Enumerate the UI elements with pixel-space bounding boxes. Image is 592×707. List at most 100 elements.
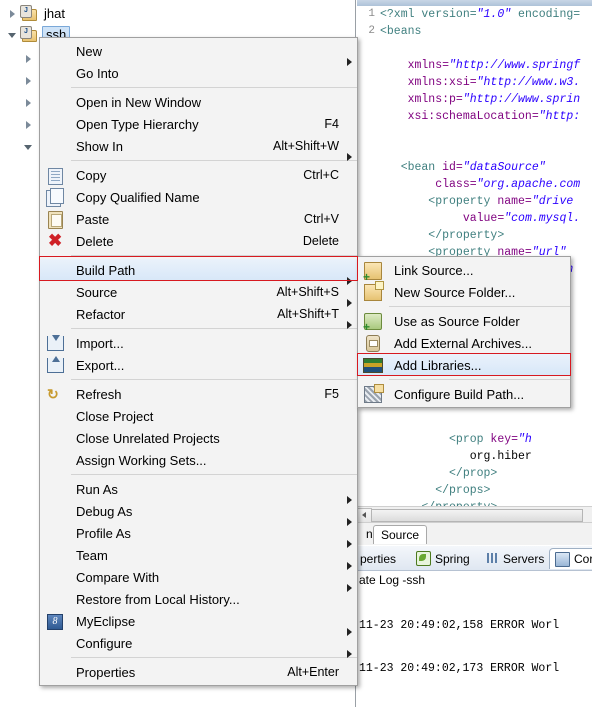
spring-icon bbox=[416, 551, 431, 566]
chevron-down-icon[interactable] bbox=[6, 28, 19, 41]
menu-item-label: Show In bbox=[76, 138, 123, 154]
scroll-left-button[interactable] bbox=[357, 508, 372, 523]
console-line: 11-23 20:49:02,173 ERROR Worl bbox=[359, 662, 560, 675]
scrollbar-thumb[interactable] bbox=[371, 509, 583, 522]
menu-item-icon-slot bbox=[40, 41, 70, 61]
menu-item-assign-working-sets[interactable]: Assign Working Sets... bbox=[40, 449, 357, 471]
chevron-right-icon[interactable] bbox=[22, 96, 35, 109]
new-source-folder-icon-glyph bbox=[364, 281, 384, 301]
menu-item-label: Build Path bbox=[76, 262, 136, 278]
menu-item-show-in[interactable]: Show In Alt+Shift+W bbox=[40, 135, 357, 161]
menu-item-icon-slot bbox=[40, 282, 70, 302]
menu-item-label: Link Source... bbox=[394, 262, 474, 278]
code-token: <?xml version= bbox=[380, 8, 477, 21]
menu-item-label: Configure Build Path... bbox=[394, 386, 525, 402]
menu-item-import[interactable]: Import... bbox=[40, 332, 357, 354]
menu-item-label: Debug As bbox=[76, 503, 133, 519]
menu-item-refactor[interactable]: Refactor Alt+Shift+T bbox=[40, 303, 357, 329]
menu-item-open-in-new-window[interactable]: Open in New Window bbox=[40, 91, 357, 113]
menu-item-properties[interactable]: Properties Alt+Enter bbox=[40, 661, 357, 683]
menu-item-shortcut: Ctrl+V bbox=[303, 212, 339, 226]
tree-item-jhat[interactable]: J jhat bbox=[6, 3, 67, 24]
editor-bottom-tab-bar[interactable]: n Source bbox=[357, 522, 592, 545]
tree-item-label: jhat bbox=[44, 6, 65, 21]
code-token: </props> bbox=[380, 484, 491, 497]
menu-item-profile-as[interactable]: Profile As bbox=[40, 522, 357, 548]
chevron-right-icon[interactable] bbox=[22, 118, 35, 131]
chevron-down-icon[interactable] bbox=[22, 140, 35, 153]
menu-item-copy-qualified-name[interactable]: Copy Qualified Name bbox=[40, 186, 357, 208]
code-line: </prop> bbox=[380, 465, 592, 482]
tab-console[interactable]: Cor bbox=[549, 548, 592, 569]
submenu-item-configure-build-path[interactable]: Configure Build Path... bbox=[358, 383, 570, 405]
build-path-submenu[interactable]: Link Source... New Source Folder... Use as… bbox=[357, 256, 571, 408]
menu-item-icon-slot bbox=[40, 304, 70, 324]
import-icon bbox=[40, 333, 70, 353]
tab-source[interactable]: Source bbox=[373, 525, 428, 544]
menu-item-shortcut: Ctrl+C bbox=[303, 168, 339, 182]
code-line: class="org.apache.com bbox=[380, 176, 592, 193]
copy-icon-glyph bbox=[48, 168, 63, 185]
code-token: "h bbox=[518, 433, 532, 446]
chevron-right-icon[interactable] bbox=[22, 52, 35, 65]
link-source-icon-glyph bbox=[363, 262, 382, 283]
submenu-item-use-as-source-folder[interactable]: Use as Source Folder bbox=[358, 310, 570, 333]
menu-item-source[interactable]: Source Alt+Shift+S bbox=[40, 281, 357, 307]
menu-item-label: Add External Archives... bbox=[394, 335, 533, 351]
menu-item-delete[interactable]: ✖ Delete Delete bbox=[40, 230, 357, 252]
tab-label: Servers bbox=[503, 551, 545, 566]
menu-item-go-into[interactable]: Go Into bbox=[40, 62, 357, 84]
view-tab-bar[interactable]: perties Spring Servers Cor bbox=[357, 546, 592, 571]
menu-item-restore-from-local-history[interactable]: Restore from Local History... bbox=[40, 588, 357, 610]
submenu-item-add-external-archives[interactable]: Add External Archives... bbox=[358, 332, 570, 354]
code-token: id= bbox=[442, 161, 463, 174]
menu-item-new[interactable]: New bbox=[40, 40, 357, 66]
menu-item-close-project[interactable]: Close Project bbox=[40, 405, 357, 427]
tab-properties[interactable]: perties bbox=[355, 548, 401, 569]
console-icon bbox=[555, 551, 570, 567]
tab-servers[interactable]: Servers bbox=[481, 548, 549, 569]
chevron-right-icon[interactable] bbox=[6, 7, 19, 20]
menu-item-label: Assign Working Sets... bbox=[76, 452, 207, 468]
code-token: </prop> bbox=[380, 467, 498, 480]
menu-item-label: Refresh bbox=[76, 386, 122, 402]
menu-item-close-unrelated-projects[interactable]: Close Unrelated Projects bbox=[40, 427, 357, 449]
menu-item-icon-slot bbox=[40, 63, 70, 83]
menu-item-refresh[interactable]: ↻ Refresh F5 bbox=[40, 383, 357, 405]
menu-item-label: Copy Qualified Name bbox=[76, 189, 200, 205]
menu-item-team[interactable]: Team bbox=[40, 544, 357, 570]
jar-icon bbox=[358, 333, 388, 353]
menu-item-debug-as[interactable]: Debug As bbox=[40, 500, 357, 526]
code-token: key= bbox=[490, 433, 519, 446]
chevron-right-icon[interactable] bbox=[22, 74, 35, 87]
menu-item-copy[interactable]: Copy Ctrl+C bbox=[40, 164, 357, 186]
menu-item-export[interactable]: Export... bbox=[40, 354, 357, 376]
bottom-view-stack[interactable]: perties Spring Servers Cor ate Log -ssh … bbox=[357, 546, 592, 707]
menu-item-shortcut: Delete bbox=[302, 234, 339, 248]
menu-item-open-type-hierarchy[interactable]: Open Type Hierarchy F4 bbox=[40, 113, 357, 135]
package-explorer-context-menu[interactable]: New Go Into Open in New Window Open Type Hi… bbox=[39, 37, 358, 686]
code-line: xmlns="http://www.springf bbox=[380, 57, 592, 74]
tab-spring[interactable]: Spring bbox=[411, 548, 475, 569]
menu-item-compare-with[interactable]: Compare With bbox=[40, 566, 357, 592]
menu-item-build-path[interactable]: Build Path bbox=[40, 259, 357, 285]
menu-item-paste[interactable]: Paste Ctrl+V bbox=[40, 208, 357, 230]
menu-item-icon-slot bbox=[40, 501, 70, 521]
menu-item-configure[interactable]: Configure bbox=[40, 632, 357, 658]
menu-item-label: Close Project bbox=[76, 408, 154, 424]
editor-horizontal-scrollbar[interactable] bbox=[357, 506, 592, 523]
console-output[interactable]: 11-23 20:49:02,158 ERROR Worl 11-23 20:4… bbox=[357, 591, 592, 707]
menu-item-run-as[interactable]: Run As bbox=[40, 478, 357, 504]
configure-build-path-icon bbox=[358, 384, 388, 404]
code-line: <prop key="h bbox=[380, 431, 592, 448]
menu-item-label: New Source Folder... bbox=[394, 284, 516, 300]
submenu-item-new-source-folder[interactable]: New Source Folder... bbox=[358, 281, 570, 303]
code-token: "http://www.sprin bbox=[462, 93, 581, 106]
menu-item-label: Properties bbox=[76, 664, 136, 680]
submenu-item-link-source[interactable]: Link Source... bbox=[358, 259, 570, 283]
submenu-item-add-libraries[interactable]: Add Libraries... bbox=[358, 354, 570, 376]
menu-item-label: Export... bbox=[76, 357, 125, 373]
menu-item-myeclipse[interactable]: 8 MyEclipse bbox=[40, 610, 357, 636]
copy-icon bbox=[40, 165, 70, 185]
